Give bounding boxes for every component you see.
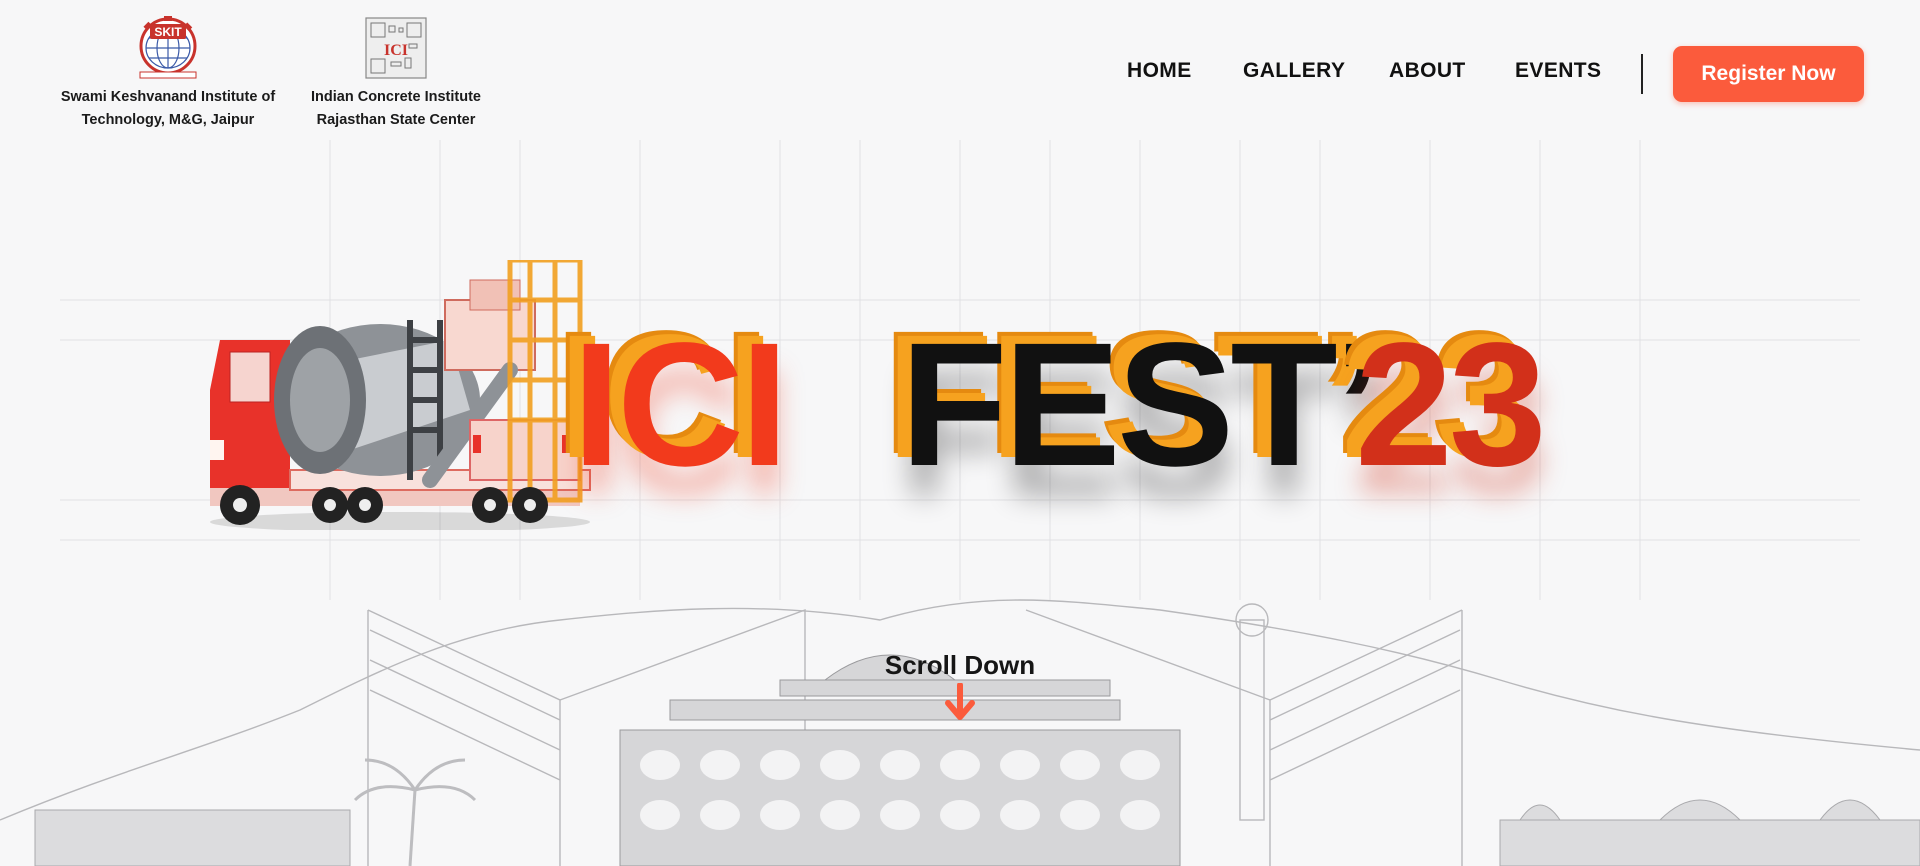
concrete-mixer-truck-icon xyxy=(210,260,591,530)
hero-title-year: 23 xyxy=(1355,307,1547,503)
page: SKIT Swami Keshvanand Institute of Techn… xyxy=(0,0,1920,866)
skit-logo-text: SKIT xyxy=(154,25,182,39)
jaipur-skyline-illustration xyxy=(0,599,1920,866)
site-header: SKIT Swami Keshvanand Institute of Techn… xyxy=(0,0,1920,140)
hero-title-ici: ICI xyxy=(572,307,789,503)
scroll-down-label[interactable]: Scroll Down xyxy=(860,650,1060,681)
register-now-button[interactable]: Register Now xyxy=(1673,46,1864,102)
skit-caption-line2: Technology, M&G, Jaipur xyxy=(81,112,255,128)
nav-home-link[interactable]: HOME xyxy=(1127,59,1192,83)
nav-gallery-link[interactable]: GALLERY xyxy=(1243,59,1345,83)
main-nav: HOME GALLERY ABOUT EVENTS Register Now xyxy=(0,46,1920,102)
arrow-down-icon[interactable] xyxy=(944,683,976,721)
hero-banner: ICI FEST’ 23 xyxy=(0,240,1920,560)
ici-caption-line2: Rajasthan State Center xyxy=(316,112,476,128)
nav-events-link[interactable]: EVENTS xyxy=(1515,59,1601,83)
nav-divider xyxy=(1641,54,1643,94)
hero-title-fest: FEST’ xyxy=(900,307,1383,503)
nav-about-link[interactable]: ABOUT xyxy=(1389,59,1466,83)
